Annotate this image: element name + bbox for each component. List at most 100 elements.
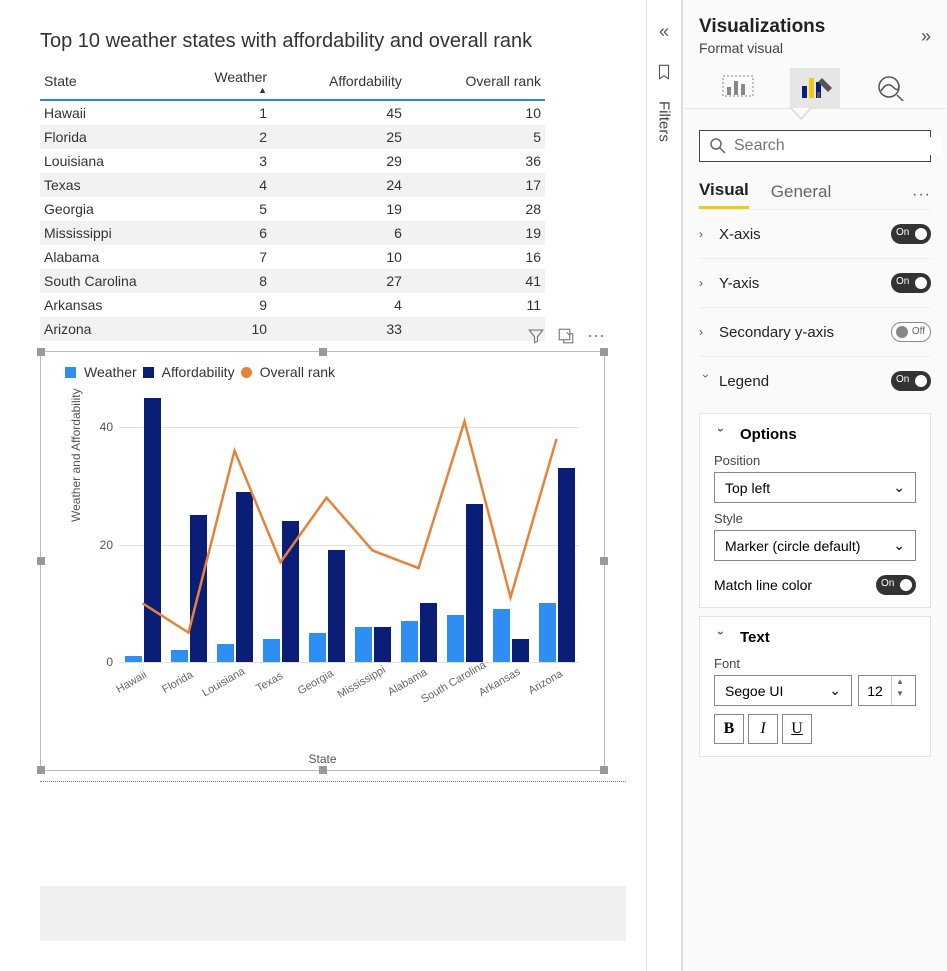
- chart-visual[interactable]: Weather Affordability Overall rank Weath…: [40, 351, 605, 771]
- table-row[interactable]: Arizona1033: [40, 317, 545, 341]
- resize-handle[interactable]: [37, 557, 45, 565]
- pane-title: Visualizations: [699, 16, 921, 38]
- resize-handle[interactable]: [37, 766, 45, 774]
- font-size-stepper[interactable]: ▲▼: [858, 675, 916, 706]
- resize-handle[interactable]: [600, 348, 608, 356]
- x-axis-title: State: [41, 752, 604, 766]
- bold-button[interactable]: B: [714, 714, 744, 744]
- chevron-right-icon: ›: [699, 276, 713, 290]
- bar-group[interactable]: [125, 398, 161, 662]
- legend-options-card: ›Options Position Top left ⌄ Style Marke…: [699, 413, 931, 608]
- filter-icon[interactable]: [527, 327, 545, 345]
- analytics-icon[interactable]: [867, 68, 917, 108]
- legend-label: Weather: [84, 364, 137, 380]
- setting-legend[interactable]: › Legend On: [699, 356, 931, 405]
- col-weather[interactable]: Weather▲: [170, 63, 271, 100]
- bar-group[interactable]: [171, 515, 207, 662]
- chevron-down-icon[interactable]: ›: [714, 428, 728, 442]
- chevron-down-icon: ⌄: [893, 537, 905, 554]
- resize-handle[interactable]: [600, 766, 608, 774]
- sort-indicator-icon: ▲: [174, 87, 267, 93]
- legend-position-select[interactable]: Top left ⌄: [714, 472, 916, 503]
- tab-general[interactable]: General: [771, 182, 831, 208]
- collapse-icon[interactable]: »: [921, 26, 931, 47]
- table-row[interactable]: Arkansas9411: [40, 293, 545, 317]
- bar-group[interactable]: [493, 609, 529, 662]
- field-label: Style: [714, 511, 916, 526]
- toggle-legend[interactable]: On: [891, 371, 931, 391]
- table-row[interactable]: Georgia51928: [40, 197, 545, 221]
- legend-style-select[interactable]: Marker (circle default) ⌄: [714, 530, 916, 561]
- underline-button[interactable]: U: [782, 714, 812, 744]
- legend-swatch-weather: [65, 367, 76, 378]
- more-options-icon[interactable]: ···: [587, 325, 605, 346]
- resize-handle[interactable]: [319, 348, 327, 356]
- legend-text-card: ›Text Font Segoe UI ⌄ ▲▼ B I U: [699, 616, 931, 757]
- table-row[interactable]: Louisiana32936: [40, 149, 545, 173]
- tab-visual[interactable]: Visual: [699, 180, 749, 209]
- legend-label: Affordability: [162, 364, 235, 380]
- setting-secondary-y[interactable]: › Secondary y-axis Off: [699, 307, 931, 356]
- col-state[interactable]: State: [40, 63, 170, 100]
- y-axis-title: Weather and Affordability: [69, 388, 83, 522]
- match-line-label: Match line color: [714, 577, 876, 593]
- bar-group[interactable]: [447, 504, 483, 662]
- expand-icon[interactable]: »: [659, 22, 669, 43]
- field-label: Position: [714, 453, 916, 468]
- legend-swatch-rank: [241, 367, 252, 378]
- table-row[interactable]: Mississippi6619: [40, 221, 545, 245]
- table-row[interactable]: Hawaii14510: [40, 100, 545, 125]
- bar-group[interactable]: [355, 627, 391, 662]
- report-title: Top 10 weather states with affordability…: [40, 30, 626, 53]
- y-tick-label: 0: [106, 655, 119, 669]
- chevron-down-icon: ⌄: [829, 682, 841, 699]
- pane-subtitle: Format visual: [699, 40, 921, 56]
- legend-swatch-afford: [143, 367, 154, 378]
- search-icon: [710, 138, 726, 154]
- chevron-down-icon: ›: [699, 374, 713, 388]
- data-table: State Weather▲ Affordability Overall ran…: [40, 63, 545, 341]
- bar-group[interactable]: [263, 521, 299, 662]
- format-visual-icon[interactable]: [790, 68, 840, 108]
- bookmark-icon[interactable]: [655, 63, 673, 81]
- italic-button[interactable]: I: [748, 714, 778, 744]
- search-input[interactable]: [699, 130, 931, 162]
- focus-mode-icon[interactable]: [557, 327, 575, 345]
- y-tick-label: 40: [100, 420, 119, 434]
- toggle-x-axis[interactable]: On: [891, 224, 931, 244]
- search-field[interactable]: [734, 137, 941, 155]
- toggle-y-axis[interactable]: On: [891, 273, 931, 293]
- col-affordability[interactable]: Affordability: [271, 63, 406, 100]
- legend-label: Overall rank: [260, 364, 335, 380]
- more-icon[interactable]: ···: [912, 186, 931, 204]
- font-family-select[interactable]: Segoe UI ⌄: [714, 675, 852, 706]
- setting-y-axis[interactable]: › Y-axis On: [699, 258, 931, 307]
- chevron-right-icon: ›: [699, 227, 713, 241]
- filters-rail[interactable]: » Filters: [646, 0, 682, 971]
- bar-group[interactable]: [309, 550, 345, 662]
- setting-x-axis[interactable]: › X-axis On: [699, 209, 931, 258]
- col-overall-rank[interactable]: Overall rank: [406, 63, 545, 100]
- chart-legend: Weather Affordability Overall rank: [65, 364, 335, 380]
- field-label: Font: [714, 656, 916, 671]
- font-size-input[interactable]: [859, 676, 891, 705]
- table-row[interactable]: South Carolina82741: [40, 269, 545, 293]
- visualizations-pane: Visualizations Format visual » Visual Ge…: [682, 0, 947, 971]
- resize-handle[interactable]: [319, 766, 327, 774]
- toggle-secondary-y[interactable]: Off: [891, 322, 931, 342]
- resize-handle[interactable]: [37, 348, 45, 356]
- bar-group[interactable]: [217, 492, 253, 662]
- table-row[interactable]: Texas42417: [40, 173, 545, 197]
- chevron-right-icon: ›: [699, 325, 713, 339]
- toggle-match-line[interactable]: On: [876, 575, 916, 595]
- bar-group[interactable]: [401, 603, 437, 662]
- resize-handle[interactable]: [600, 557, 608, 565]
- table-row[interactable]: Florida2255: [40, 125, 545, 149]
- step-down-icon[interactable]: ▼: [892, 688, 908, 700]
- chevron-down-icon[interactable]: ›: [714, 631, 728, 645]
- bar-group[interactable]: [539, 468, 575, 662]
- chevron-down-icon: ⌄: [893, 479, 905, 496]
- step-up-icon[interactable]: ▲: [892, 676, 908, 688]
- table-row[interactable]: Alabama71016: [40, 245, 545, 269]
- build-visual-icon[interactable]: [713, 68, 763, 108]
